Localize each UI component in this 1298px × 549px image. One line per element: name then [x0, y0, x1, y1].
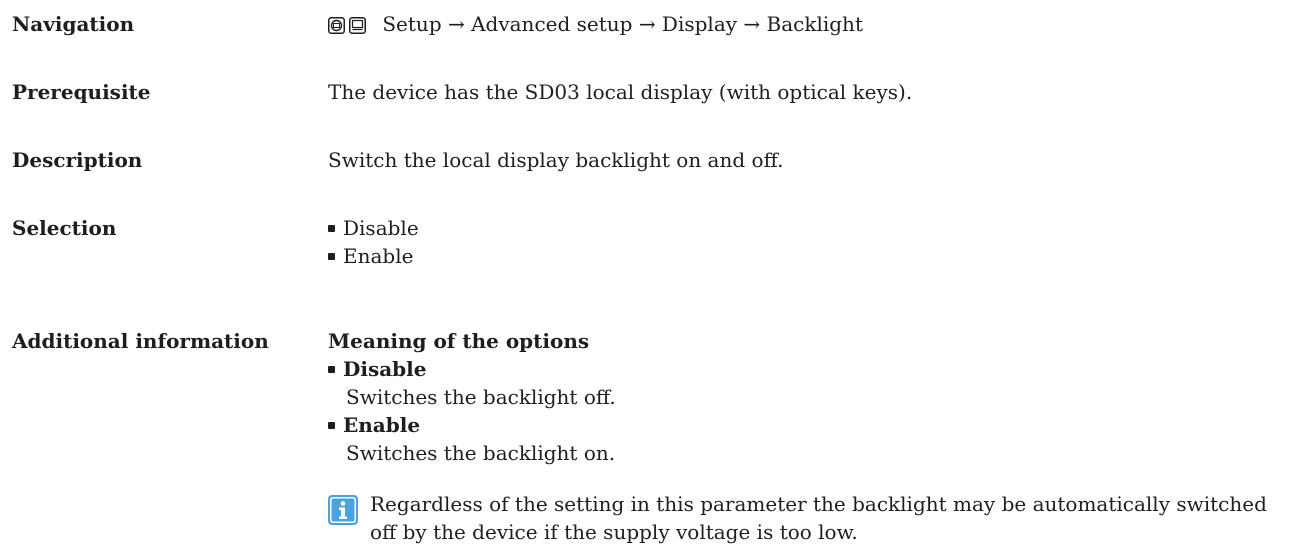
bullet-icon [328, 253, 335, 260]
selection-option: Enable [328, 242, 419, 270]
additional-information-content: Meaning of the options Disable Switches … [328, 327, 616, 467]
option-description: Switches the backlight on. [346, 441, 616, 465]
prerequisite-label: Prerequisite [12, 80, 151, 104]
bullet-icon [328, 225, 335, 232]
selection-label: Selection [12, 216, 117, 240]
navigation-path: Setup → Advanced setup → Display → Backl… [382, 12, 863, 36]
navigation-label: Navigation [12, 12, 135, 36]
selection-list: Disable Enable [328, 214, 419, 270]
local-display-key-icon [328, 17, 345, 34]
bullet-icon [328, 422, 335, 429]
operating-tool-key-icon [349, 17, 366, 34]
options-heading: Meaning of the options [328, 329, 590, 353]
prerequisite-text: The device has the SD03 local display (w… [328, 80, 913, 104]
option-name: Disable [328, 355, 616, 383]
navigation-icons [328, 17, 366, 34]
option-name: Enable [328, 411, 616, 439]
selection-option: Disable [328, 214, 419, 242]
option-description: Switches the backlight off. [346, 385, 616, 409]
info-icon [328, 495, 358, 525]
additional-information-label: Additional information [12, 329, 269, 353]
bullet-icon [328, 366, 335, 373]
navigation-path-container: Setup → Advanced setup → Display → Backl… [328, 10, 863, 38]
description-label: Description [12, 148, 143, 172]
note-text: Regardless of the setting in this parame… [370, 492, 1267, 544]
description-text: Switch the local display backlight on an… [328, 148, 784, 172]
